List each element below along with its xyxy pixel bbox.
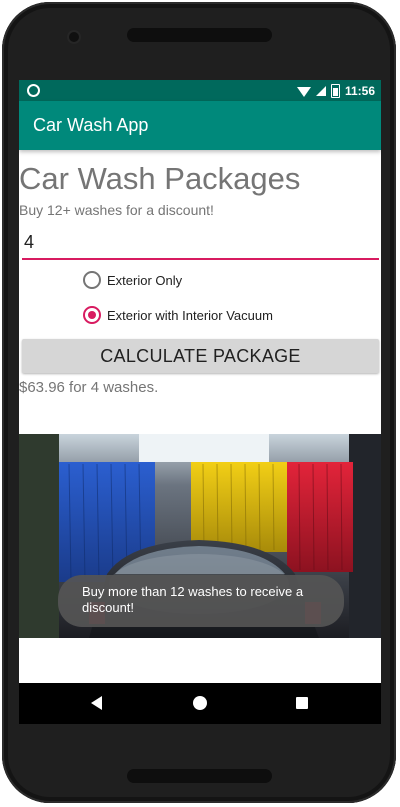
screen: 11:56 Car Wash App Car Wash Packages Buy… [19,80,381,724]
status-time: 11:56 [344,83,375,98]
recents-icon[interactable] [296,697,308,709]
navigation-bar [19,683,381,724]
status-icons: 11:56 [296,82,375,99]
home-icon[interactable] [193,696,207,710]
front-camera [69,32,79,42]
top-speaker [127,28,272,42]
status-bar: 11:56 [19,80,381,101]
radio-label-exterior-interior: Exterior with Interior Vacuum [107,307,273,323]
wifi-icon [296,86,311,97]
status-dot-icon [27,84,40,97]
app-bar: Car Wash App [19,101,381,150]
app-title: Car Wash App [33,115,149,135]
phone-frame: 11:56 Car Wash App Car Wash Packages Buy… [2,2,396,803]
radio-exterior-interior[interactable]: Exterior with Interior Vacuum [83,306,273,324]
radio-label-exterior-only: Exterior Only [107,272,183,288]
quantity-input[interactable] [22,228,379,260]
calculate-package-button[interactable]: CALCULATE PACKAGE [22,339,379,373]
page-title: Car Wash Packages [19,161,301,196]
back-icon[interactable] [91,696,102,710]
radio-unchecked-icon[interactable] [83,271,101,289]
discount-toast: Buy more than 12 washes to receive a dis… [58,575,344,627]
result-text: $63.96 for 4 washes. [19,379,159,396]
radio-checked-icon[interactable] [83,306,101,324]
subtitle: Buy 12+ washes for a discount! [19,202,214,218]
bottom-speaker [127,769,272,783]
signal-icon [315,85,326,96]
battery-icon [330,83,340,98]
radio-exterior-only[interactable]: Exterior Only [83,271,182,289]
